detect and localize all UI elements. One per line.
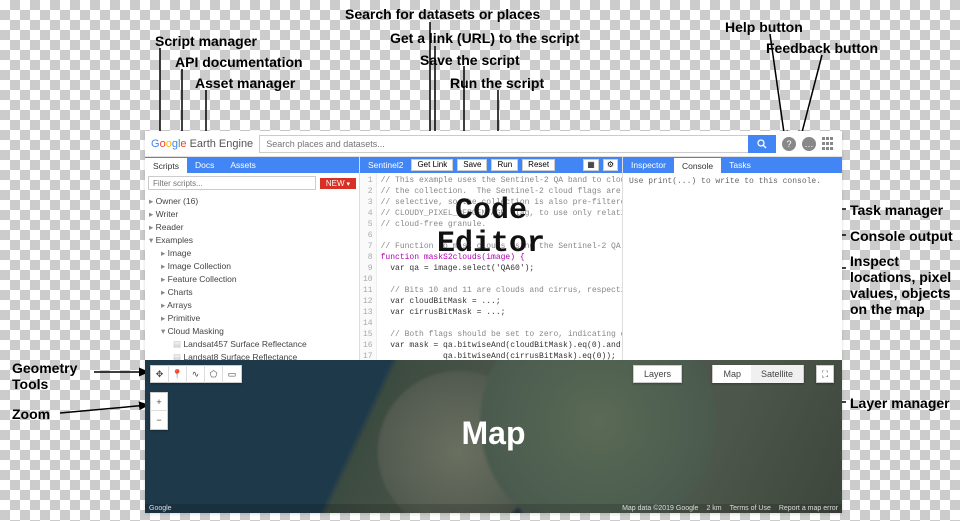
tab-console[interactable]: Console [674, 157, 721, 173]
logo: Google Earth Engine [151, 138, 253, 150]
center-panel: Sentinel2 Get Link Save Run Reset ▦ ⚙ 1 … [360, 157, 622, 360]
ann-run: Run the script [450, 75, 544, 91]
map-footer-report[interactable]: Report a map error [779, 505, 838, 512]
ann-console-output: Console output [850, 228, 953, 244]
map-footer-scale: 2 km [706, 505, 721, 512]
map-footer: Google Map data ©2019 Google 2 km Terms … [145, 504, 842, 513]
filter-scripts-input[interactable] [148, 176, 316, 190]
tree-cloud-masking[interactable]: Cloud Masking [161, 325, 355, 338]
main-row: Scripts Docs Assets NEW Owner (16) Write… [145, 157, 842, 360]
script-tree: Owner (16) Writer Reader Examples Image … [145, 193, 359, 360]
code-gutter: 1 2 3 4 5 6 7 8 9 10 11 12 13 14 15 16 1… [360, 173, 377, 360]
ann-inspector: Inspect locations, pixel values, objects… [850, 253, 955, 317]
right-panel: Inspector Console Tasks Use print(...) t… [622, 157, 842, 360]
tree-owner[interactable]: Owner (16) [149, 195, 355, 208]
tab-docs[interactable]: Docs [187, 157, 222, 173]
tree-landsat8-sr[interactable]: Landsat8 Surface Reflectance [173, 351, 355, 360]
ann-layer-manager: Layer manager [850, 395, 950, 411]
tab-assets[interactable]: Assets [222, 157, 264, 173]
tree-feature-collection[interactable]: Feature Collection [161, 273, 355, 286]
hand-tool-icon[interactable]: ✥ [151, 365, 169, 383]
ann-zoom: Zoom [12, 406, 50, 422]
map-footer-terms[interactable]: Terms of Use [730, 505, 771, 512]
tree-arrays[interactable]: Arrays [161, 299, 355, 312]
left-tabs: Scripts Docs Assets [145, 157, 359, 173]
tree-landsat457[interactable]: Landsat457 Surface Reflectance [173, 338, 355, 351]
zoom-in-button[interactable]: + [150, 393, 168, 411]
left-panel: Scripts Docs Assets NEW Owner (16) Write… [145, 157, 360, 360]
feedback-button[interactable]: … [802, 137, 816, 151]
code-editor[interactable]: 1 2 3 4 5 6 7 8 9 10 11 12 13 14 15 16 1… [360, 173, 622, 360]
rect-tool-icon[interactable]: ▭ [223, 365, 241, 383]
editor-toolbar: Sentinel2 Get Link Save Run Reset ▦ ⚙ [360, 157, 622, 173]
tab-tasks[interactable]: Tasks [721, 157, 759, 173]
ann-search: Search for datasets or places [345, 6, 540, 22]
geometry-tools[interactable]: ✥ 📍 ∿ ⬠ ▭ [150, 365, 242, 383]
point-tool-icon[interactable]: 📍 [169, 365, 187, 383]
map-footer-brand: Google [149, 505, 172, 512]
script-title: Sentinel2 [364, 160, 407, 170]
right-tabs: Inspector Console Tasks [623, 157, 842, 173]
search-wrap [259, 135, 776, 153]
map-type-toggle[interactable]: Map Satellite [712, 365, 804, 383]
zoom-control[interactable]: + − [150, 392, 168, 430]
tree-primitive[interactable]: Primitive [161, 312, 355, 325]
reset-button[interactable]: Reset [522, 159, 555, 171]
tree-charts[interactable]: Charts [161, 286, 355, 299]
apps-icon[interactable] [822, 137, 836, 151]
product-name: Earth Engine [190, 138, 254, 150]
topbar: Google Earth Engine ? … [145, 131, 842, 157]
layers-button[interactable]: Layers [633, 365, 682, 383]
earth-engine-app: Google Earth Engine ? … Scripts Docs Ass… [145, 131, 842, 513]
get-link-button[interactable]: Get Link [411, 159, 453, 171]
ann-api-docs: API documentation [175, 54, 303, 70]
fullscreen-button[interactable]: ⛶ [816, 365, 834, 383]
console-output: Use print(...) to write to this console. [623, 173, 842, 190]
search-icon [757, 139, 767, 149]
zoom-out-button[interactable]: − [150, 411, 168, 429]
search-button[interactable] [748, 135, 776, 153]
tree-writer[interactable]: Writer [149, 208, 355, 221]
map-overlay-label: Map [145, 415, 842, 452]
ann-help: Help button [725, 19, 803, 35]
left-filter-row: NEW [145, 173, 359, 193]
help-button[interactable]: ? [782, 137, 796, 151]
map-footer-attrib: Map data ©2019 Google [622, 505, 698, 512]
ann-feedback: Feedback button [766, 40, 878, 56]
save-button[interactable]: Save [457, 159, 487, 171]
ann-geometry: Geometry Tools [12, 360, 92, 392]
maptype-satellite[interactable]: Satellite [751, 365, 803, 383]
tab-inspector[interactable]: Inspector [623, 157, 674, 173]
gear-icon: ⚙ [607, 160, 614, 169]
line-tool-icon[interactable]: ∿ [187, 365, 205, 383]
search-input[interactable] [259, 135, 748, 153]
settings-button[interactable]: ⚙ [603, 159, 618, 171]
apps-button[interactable]: ▦ [583, 159, 599, 171]
ann-asset-manager: Asset manager [195, 75, 295, 91]
tree-image[interactable]: Image [161, 247, 355, 260]
ann-task-manager: Task manager [850, 202, 943, 218]
code-body[interactable]: // This example uses the Sentinel-2 QA b… [377, 173, 622, 360]
ann-get-link: Get a link (URL) to the script [390, 30, 579, 46]
ann-script-manager: Script manager [155, 33, 257, 49]
maptype-map[interactable]: Map [713, 365, 751, 383]
tree-reader[interactable]: Reader [149, 221, 355, 234]
tab-scripts[interactable]: Scripts [145, 157, 187, 173]
polygon-tool-icon[interactable]: ⬠ [205, 365, 223, 383]
run-button[interactable]: Run [491, 159, 518, 171]
topbar-icons: ? … [782, 137, 836, 151]
tree-examples[interactable]: Examples [149, 234, 355, 247]
tree-image-collection[interactable]: Image Collection [161, 260, 355, 273]
ann-save: Save the script [420, 52, 520, 68]
new-script-button[interactable]: NEW [320, 178, 356, 189]
map-panel[interactable]: Map ✥ 📍 ∿ ⬠ ▭ + − Layers Map Satellite ⛶… [145, 360, 842, 513]
